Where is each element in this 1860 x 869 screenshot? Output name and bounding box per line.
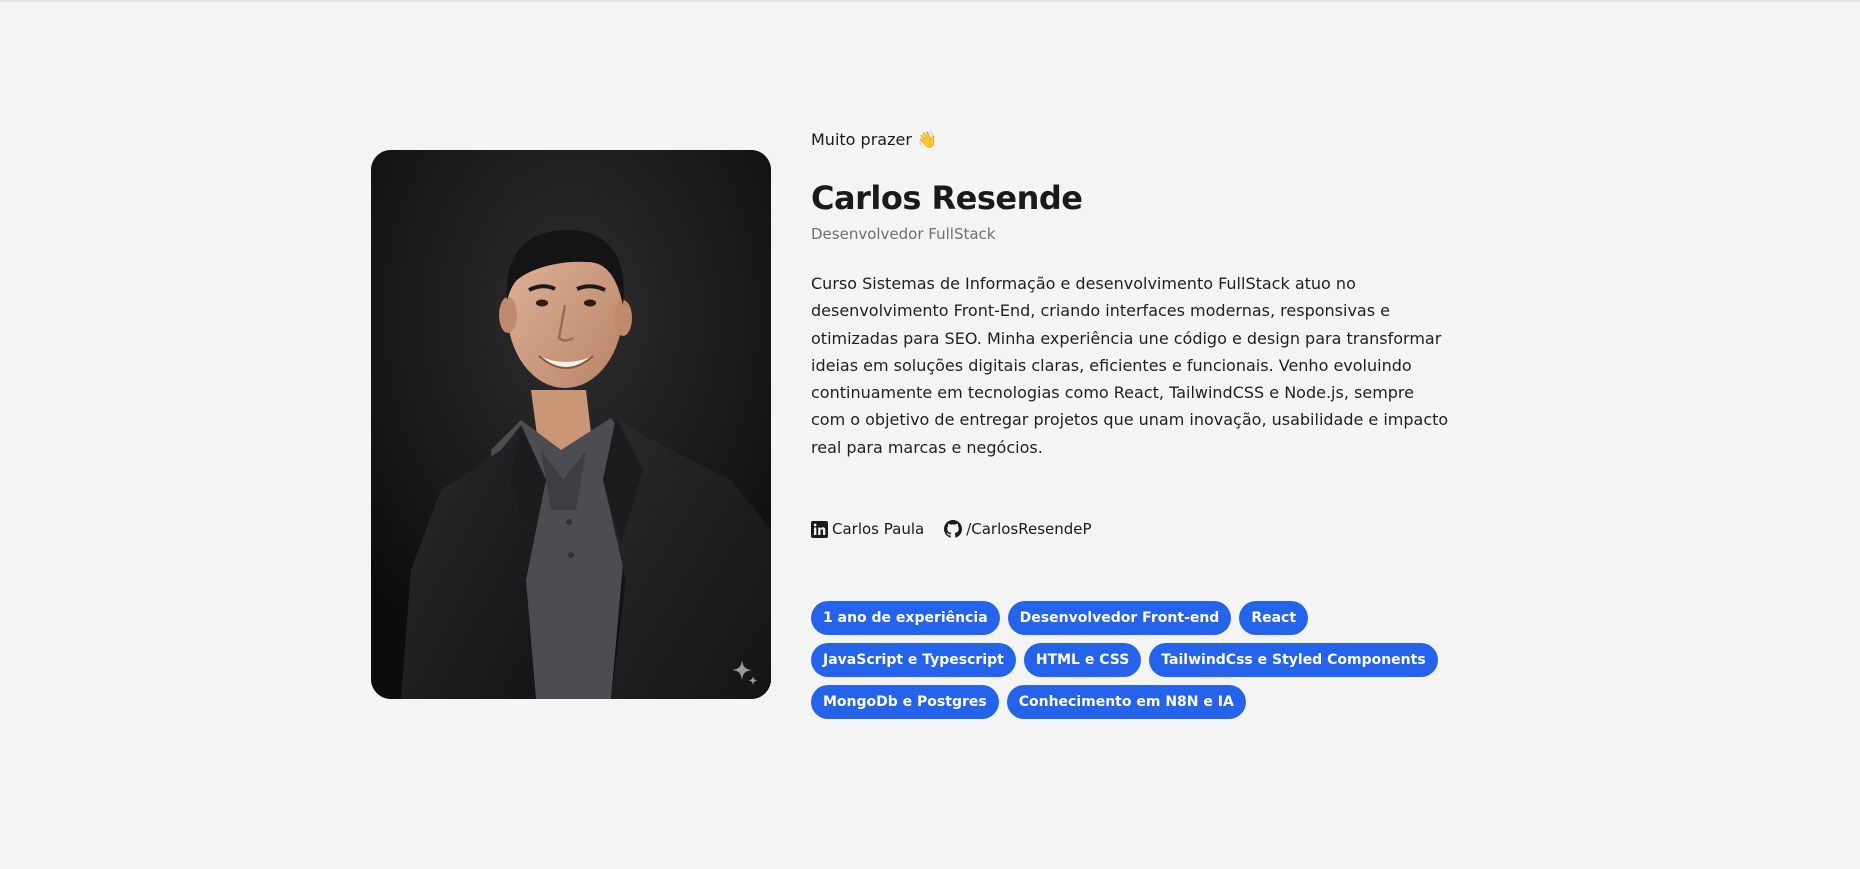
greeting: Muito prazer 👋 xyxy=(811,130,937,149)
skill-tag: Desenvolvedor Front-end xyxy=(1007,601,1232,636)
profile-role: Desenvolvedor FullStack xyxy=(811,225,996,243)
profile-photo xyxy=(371,150,771,699)
skill-tags: 1 ano de experiência Desenvolvedor Front… xyxy=(811,601,1461,720)
skill-tag: HTML e CSS xyxy=(1023,643,1142,678)
sparkle-icon xyxy=(732,660,758,685)
github-link[interactable]: /CarlosResendeP xyxy=(944,520,1092,539)
github-icon xyxy=(944,520,963,538)
linkedin-label: Carlos Paula xyxy=(832,520,925,539)
skill-tag: JavaScript e Typescript xyxy=(811,643,1016,678)
linkedin-link[interactable]: Carlos Paula xyxy=(811,520,924,538)
linkedin-icon xyxy=(811,520,828,538)
skill-tag: TailwindCss e Styled Components xyxy=(1149,643,1438,678)
skill-tag: Conhecimento em N8N e IA xyxy=(1006,685,1246,720)
profile-bio: Curso Sistemas de Informação e desenvolv… xyxy=(811,274,1449,457)
portrait-illustration xyxy=(371,150,771,699)
social-links: Carlos Paula /CarlosResendeP xyxy=(811,517,1451,541)
profile-name: Carlos Resende xyxy=(811,179,1083,217)
github-label: /CarlosResendeP xyxy=(966,520,1092,539)
top-border xyxy=(0,0,1860,2)
skill-tag: React xyxy=(1239,601,1309,636)
skill-tag: MongoDb e Postgres xyxy=(811,685,999,720)
profile-content: Muito prazer 👋 Carlos Resende Desenvolve… xyxy=(811,126,1451,720)
skill-tag: 1 ano de experiência xyxy=(811,601,1000,636)
